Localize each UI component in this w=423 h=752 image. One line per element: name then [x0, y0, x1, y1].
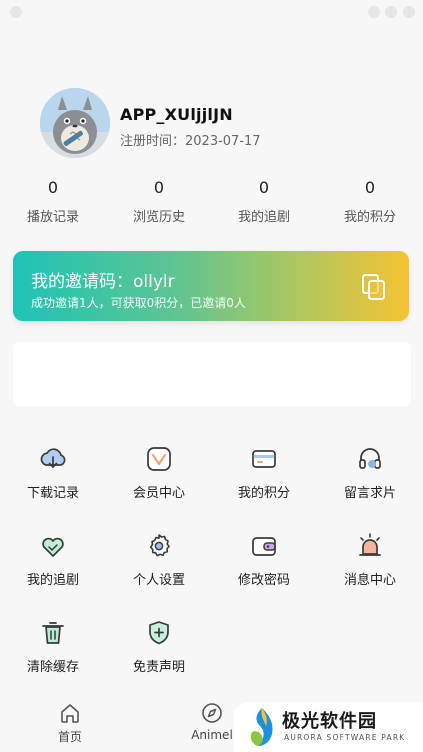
- tab-home[interactable]: 首页: [30, 701, 110, 745]
- menu-label: 留言求片: [343, 486, 396, 501]
- ad-placeholder: [13, 342, 411, 406]
- invite-description: 成功邀请1人，可获取0积分，已邀请0人: [31, 296, 246, 310]
- menu-download-records[interactable]: 下载记录: [0, 444, 106, 510]
- gear-icon: [149, 534, 170, 557]
- menu-my-follows[interactable]: 我的追剧: [0, 531, 106, 597]
- aurora-logo-icon: [250, 708, 273, 746]
- headset-icon: [359, 448, 381, 469]
- compass-icon: [202, 703, 222, 723]
- menu-my-points[interactable]: 我的积分: [211, 444, 317, 510]
- alarm-icon: [359, 533, 381, 556]
- stat-my-points[interactable]: 0 我的积分: [320, 176, 420, 225]
- stat-value: 0: [258, 178, 270, 197]
- stat-label: 我的追剧: [237, 210, 290, 225]
- cloud-download-icon: [40, 448, 66, 469]
- menu-label: 下载记录: [26, 486, 79, 501]
- totoro-avatar-image: [40, 88, 110, 158]
- copy-icon[interactable]: [361, 273, 387, 301]
- menu-vip-center[interactable]: 会员中心: [106, 444, 212, 510]
- shield-plus-icon: [149, 621, 169, 645]
- menu-label: 修改密码: [237, 573, 290, 588]
- wallet-lock-icon: [252, 537, 276, 556]
- menu-change-password[interactable]: 修改密码: [211, 531, 317, 597]
- menu-label: 我的追剧: [26, 573, 79, 588]
- tab-label: 首页: [57, 730, 82, 744]
- menu-clear-cache[interactable]: 清除缓存: [0, 618, 106, 684]
- register-date: 注册时间：2023-07-17: [120, 134, 261, 149]
- stat-label: 播放记录: [26, 210, 79, 225]
- battery-icon: [403, 6, 415, 18]
- stats-row: 0 播放记录 0 浏览历史 0 我的追剧 0 我的积分: [0, 176, 423, 232]
- stat-value: 0: [47, 178, 59, 197]
- trash-icon: [42, 622, 64, 644]
- menu-personal-settings[interactable]: 个人设置: [106, 531, 212, 597]
- menu-message-center[interactable]: 消息中心: [317, 531, 423, 597]
- username: APP_XUljjlJN: [120, 105, 233, 124]
- heart-icon: [42, 537, 64, 557]
- stat-label: 浏览历史: [132, 210, 185, 225]
- invite-code: 我的邀请码：ollylr: [31, 272, 175, 292]
- menu-disclaimer[interactable]: 免责声明: [106, 618, 212, 684]
- menu-label: 免责声明: [132, 660, 185, 675]
- avatar[interactable]: [40, 88, 110, 158]
- stat-value: 0: [153, 178, 165, 197]
- profile-header: APP_XUljjlJN 注册时间：2023-07-17: [40, 88, 400, 158]
- vip-badge-icon: [147, 447, 171, 471]
- menu-label: 消息中心: [343, 573, 396, 588]
- invite-code-card: 我的邀请码：ollylr 成功邀请1人，可获取0积分，已邀请0人: [13, 251, 409, 321]
- stat-play-history[interactable]: 0 播放记录: [3, 176, 103, 225]
- menu-label: 我的积分: [237, 486, 290, 501]
- watermark-en: AURORA SOFTWARE PARK: [284, 733, 406, 742]
- status-bar: [0, 0, 423, 28]
- stat-my-follows[interactable]: 0 我的追剧: [214, 176, 314, 225]
- watermark-cn: 极光软件园: [282, 711, 377, 732]
- menu-label: 清除缓存: [26, 660, 79, 675]
- wifi-icon: [368, 6, 380, 18]
- watermark: 极光软件园 AURORA SOFTWARE PARK: [234, 702, 423, 752]
- home-icon: [61, 704, 79, 723]
- stat-label: 我的积分: [343, 210, 396, 225]
- menu-label: 个人设置: [132, 573, 185, 588]
- menu-request-movie[interactable]: 留言求片: [317, 444, 423, 510]
- stat-browse-history[interactable]: 0 浏览历史: [109, 176, 209, 225]
- menu-label: 会员中心: [132, 486, 185, 501]
- signal-icon: [385, 6, 397, 18]
- card-icon: [252, 450, 276, 468]
- stat-value: 0: [364, 178, 376, 197]
- status-time-icon: [10, 6, 22, 18]
